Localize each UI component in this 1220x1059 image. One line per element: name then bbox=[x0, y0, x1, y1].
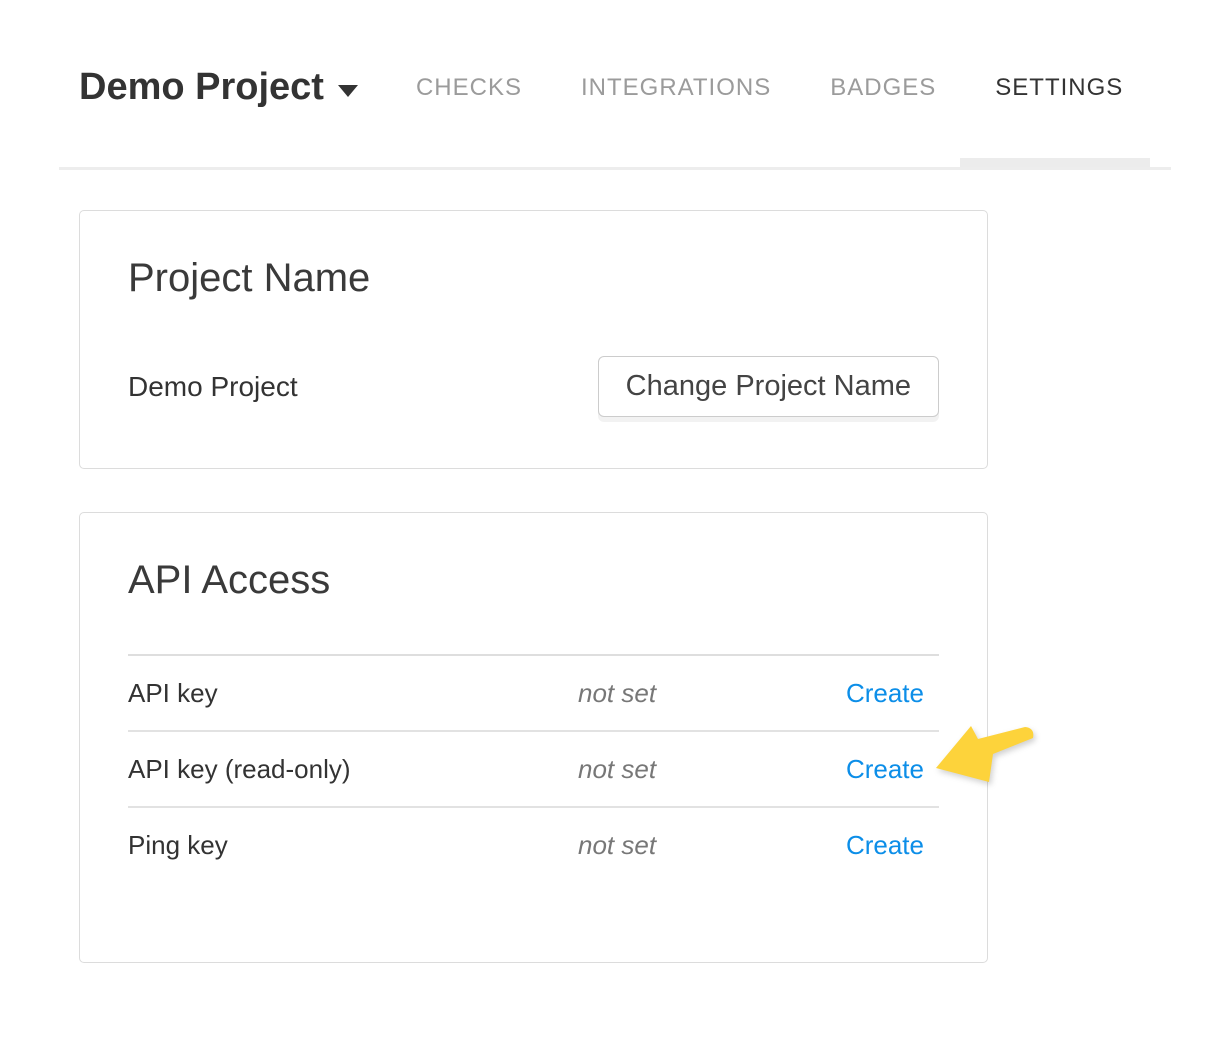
project-name-card-title: Project Name bbox=[128, 255, 939, 301]
create-api-key-link[interactable]: Create bbox=[846, 678, 939, 709]
settings-page: { "colors": { "accent-blue": "#0c8ee8", … bbox=[0, 0, 1220, 1059]
tab-integrations[interactable]: INTEGRATIONS bbox=[581, 74, 771, 102]
change-project-name-button[interactable]: Change Project Name bbox=[598, 356, 939, 417]
table-row-api-key: API key not set Create bbox=[128, 656, 939, 732]
table-row-api-key-readonly: API key (read-only) not set Create bbox=[128, 732, 939, 808]
project-name-value: Demo Project bbox=[128, 371, 298, 403]
table-row-ping-key: Ping key not set Create bbox=[128, 808, 939, 882]
create-ping-key-link[interactable]: Create bbox=[846, 830, 939, 861]
api-access-card: API Access API key not set Create API ke… bbox=[79, 512, 988, 963]
api-key-readonly-label: API key (read-only) bbox=[128, 754, 578, 785]
project-switcher-dropdown[interactable]: Demo Project bbox=[79, 66, 358, 109]
page-header: Demo Project CHECKS INTEGRATIONS BADGES … bbox=[79, 66, 1123, 109]
project-name-row: Demo Project Change Project Name bbox=[128, 356, 939, 417]
header-divider bbox=[59, 167, 1171, 170]
api-access-card-title: API Access bbox=[128, 557, 939, 603]
ping-key-label: Ping key bbox=[128, 830, 578, 861]
project-title: Demo Project bbox=[79, 66, 324, 109]
chevron-down-icon bbox=[338, 85, 358, 97]
tab-badges[interactable]: BADGES bbox=[830, 74, 936, 102]
create-api-key-readonly-link[interactable]: Create bbox=[846, 754, 939, 785]
tab-settings[interactable]: SETTINGS bbox=[995, 74, 1123, 102]
api-key-value: not set bbox=[578, 678, 846, 709]
main-nav: CHECKS INTEGRATIONS BADGES SETTINGS bbox=[416, 74, 1123, 102]
ping-key-value: not set bbox=[578, 830, 846, 861]
project-name-card: Project Name Demo Project Change Project… bbox=[79, 210, 988, 469]
api-key-readonly-value: not set bbox=[578, 754, 846, 785]
api-keys-table: API key not set Create API key (read-onl… bbox=[128, 654, 939, 882]
api-key-label: API key bbox=[128, 678, 578, 709]
tab-checks[interactable]: CHECKS bbox=[416, 74, 522, 102]
